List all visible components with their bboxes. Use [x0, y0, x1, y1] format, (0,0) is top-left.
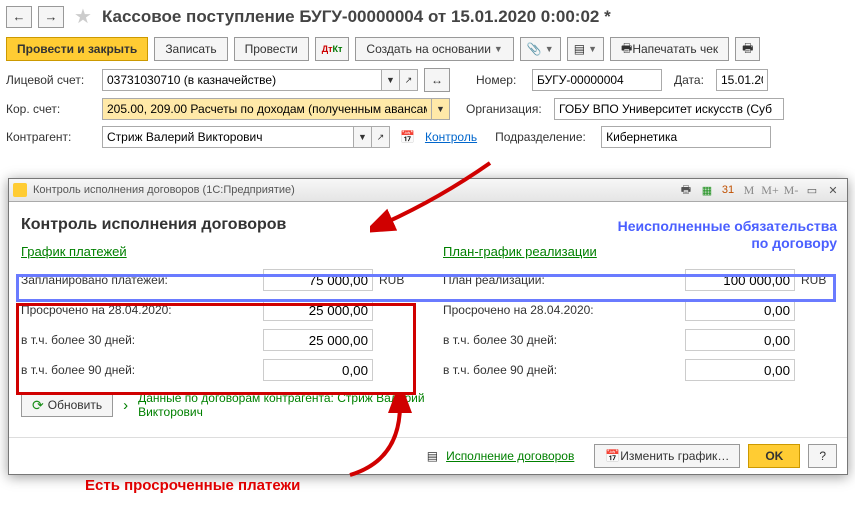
post-button[interactable]: Провести — [234, 37, 309, 61]
grid-icon[interactable]: ▦ — [697, 181, 717, 199]
r-gt30-label: в т.ч. более 30 дней: — [443, 333, 685, 347]
print-cheque-button[interactable]: 🖶 Напечатать чек — [610, 37, 729, 61]
close-button[interactable]: ✕ — [823, 181, 843, 199]
plan-realization-value[interactable] — [685, 269, 795, 291]
back-button[interactable]: ← — [6, 6, 32, 28]
refresh-label: Обновить — [48, 398, 102, 412]
mem-mminus-button[interactable]: M- — [781, 181, 801, 199]
attach-button[interactable]: 📎▼ — [520, 37, 561, 61]
date-label: Дата: — [674, 73, 710, 87]
open-ref-button[interactable]: ↗ — [400, 69, 418, 91]
mem-m-button[interactable]: M — [739, 181, 759, 199]
print-dropdown-button[interactable]: 🖶 — [735, 37, 760, 61]
date-input[interactable] — [716, 69, 768, 91]
mem-mplus-button[interactable]: M+ — [760, 181, 780, 199]
open-ref-button[interactable]: ↗ — [372, 126, 390, 148]
realization-plan-title[interactable]: План-график реализации — [443, 244, 597, 259]
control-link[interactable]: Контроль — [425, 130, 477, 144]
org-input[interactable] — [554, 98, 784, 120]
chevron-down-icon[interactable]: ▼ — [382, 69, 400, 91]
r-gt30-value[interactable] — [685, 329, 795, 351]
overdue-label: Просрочено на 28.04.2020: — [21, 303, 263, 317]
chevron-down-icon: ▼ — [494, 44, 503, 54]
r-overdue-value[interactable] — [685, 299, 795, 321]
print-icon[interactable]: 🖶 — [676, 181, 696, 199]
division-label: Подразделение: — [495, 130, 595, 144]
select-button[interactable]: ↔ — [424, 68, 450, 92]
gt90-value[interactable] — [263, 359, 373, 381]
calendar-icon: 📅 — [605, 449, 620, 463]
create-based-on-button[interactable]: Создать на основании▼ — [355, 37, 513, 61]
calendar-icon[interactable]: 📅 — [400, 130, 415, 144]
printer-icon: 🖶 — [621, 39, 632, 60]
chevron-down-icon[interactable]: ▼ — [432, 98, 450, 120]
counterparty-input[interactable] — [102, 126, 354, 148]
create-based-on-label: Создать на основании — [366, 42, 491, 56]
clip-icon: 📎 — [527, 42, 542, 56]
page-title: Кассовое поступление БУГУ-00000004 от 15… — [102, 7, 611, 27]
refresh-icon: ⟳ — [32, 397, 44, 414]
gt30-value[interactable] — [263, 329, 373, 351]
post-and-close-button[interactable]: Провести и закрыть — [6, 37, 148, 61]
org-label: Организация: — [466, 102, 548, 116]
planned-payments-unit: RUB — [373, 273, 413, 287]
change-schedule-label: Изменить график — [620, 449, 717, 463]
refresh-button[interactable]: ⟳ Обновить — [21, 393, 113, 417]
chevron-down-icon: ▼ — [545, 44, 554, 54]
number-input[interactable] — [532, 69, 662, 91]
overdue-value[interactable] — [263, 299, 373, 321]
doc-icon: ▤ — [427, 449, 438, 463]
chevron-down-icon: ▼ — [588, 44, 597, 54]
payments-schedule-title[interactable]: График платежей — [21, 244, 127, 259]
forward-button[interactable]: → — [38, 6, 64, 28]
change-schedule-button[interactable]: 📅 Изменить график … — [594, 444, 740, 468]
help-button[interactable]: ? — [808, 444, 837, 468]
kor-account-label: Кор. счет: — [6, 102, 96, 116]
annotation-red: Есть просроченные платежи — [85, 477, 300, 494]
chevron-down-icon[interactable]: ▼ — [354, 126, 372, 148]
annotation-blue: Неисполненные обязательства по договору — [618, 218, 837, 252]
kor-account-input[interactable] — [102, 98, 432, 120]
fill-button[interactable]: ▤▼ — [567, 37, 604, 61]
save-button[interactable]: Записать — [154, 37, 227, 61]
r-overdue-label: Просрочено на 28.04.2020: — [443, 303, 685, 317]
counterparty-data-text: Данные по договорам контрагента: Стриж В… — [138, 391, 458, 419]
contract-execution-link[interactable]: Исполнение договоров — [446, 449, 574, 463]
dots-icon: … — [717, 449, 729, 463]
plan-realization-unit: RUB — [795, 273, 835, 287]
app-1c-icon — [13, 183, 27, 197]
ok-button[interactable]: OK — [748, 444, 800, 468]
r-gt90-label: в т.ч. более 90 дней: — [443, 363, 685, 377]
minimize-button[interactable]: ▭ — [802, 181, 822, 199]
doc-icon: ▤ — [574, 42, 585, 56]
plan-realization-label: План реализации: — [443, 273, 685, 287]
personal-account-label: Лицевой счет: — [6, 73, 96, 87]
chevron-right-icon: › — [123, 397, 128, 414]
division-input[interactable] — [601, 126, 771, 148]
counterparty-label: Контрагент: — [6, 130, 96, 144]
number-label: Номер: — [476, 73, 526, 87]
modal-window-title: Контроль исполнения договоров (1С:Предпр… — [33, 184, 295, 196]
favorite-star-icon[interactable]: ★ — [74, 4, 92, 29]
personal-account-input[interactable] — [102, 69, 382, 91]
dr-cr-button[interactable]: ДтКт — [315, 37, 350, 61]
calendar-icon[interactable]: 31 — [718, 181, 738, 199]
planned-payments-label: Запланировано платежей: — [21, 273, 263, 287]
printer-icon: 🖶 — [742, 39, 753, 60]
gt90-label: в т.ч. более 90 дней: — [21, 363, 263, 377]
r-gt90-value[interactable] — [685, 359, 795, 381]
planned-payments-value[interactable] — [263, 269, 373, 291]
gt30-label: в т.ч. более 30 дней: — [21, 333, 263, 347]
print-cheque-label: Напечатать чек — [632, 42, 718, 56]
